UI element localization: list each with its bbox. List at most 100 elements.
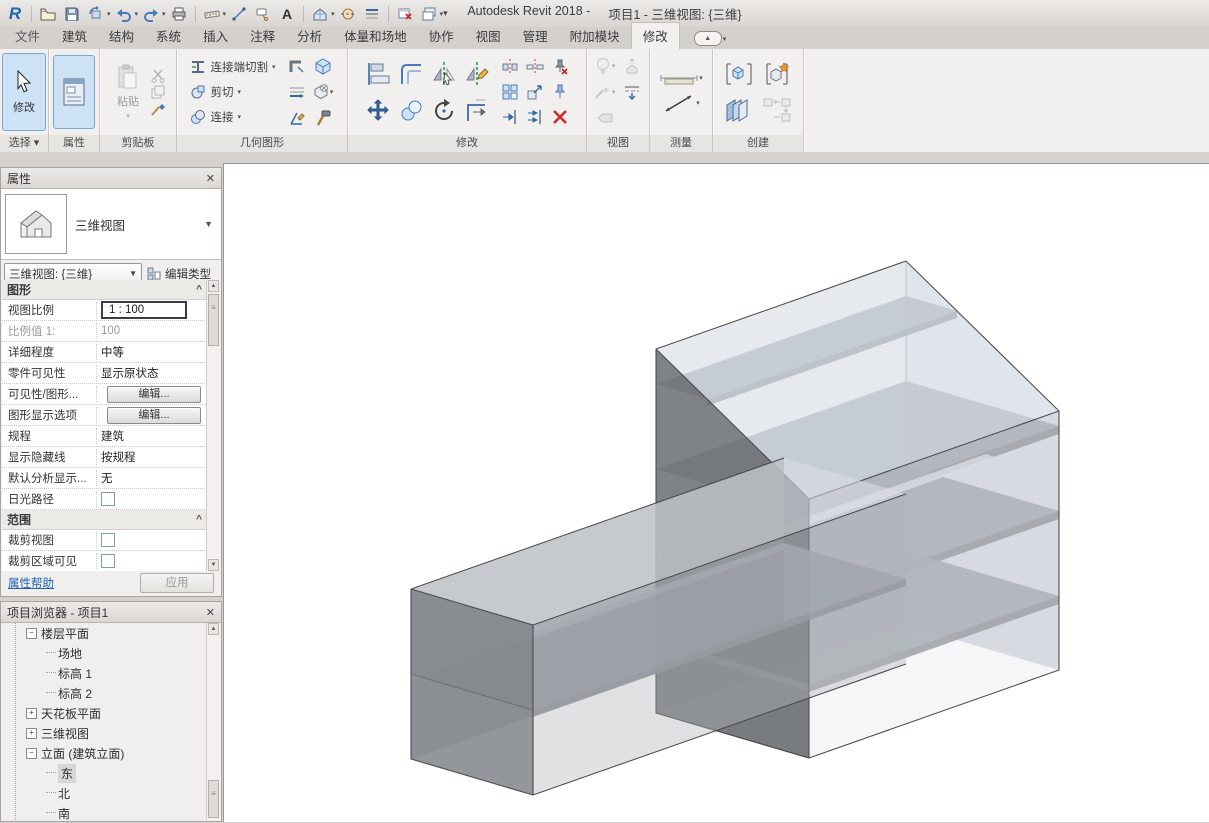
thin-lines-icon[interactable] xyxy=(361,3,383,24)
tree-item-ceiling-plans[interactable]: + 天花板平面 xyxy=(2,703,207,723)
drawing-area[interactable] xyxy=(223,163,1209,822)
type-selector-card[interactable]: 三维视图 ▼ xyxy=(1,189,221,260)
prop-row-graphic-display-options[interactable]: 图形显示选项 编辑... xyxy=(2,405,207,426)
prop-row-show-hidden-lines[interactable]: 显示隐藏线 按规程 xyxy=(2,447,207,468)
panel-modify-label[interactable]: 修改 xyxy=(348,135,586,152)
undo-caret-icon[interactable]: ▾ xyxy=(135,10,139,18)
crop-view-checkbox[interactable] xyxy=(101,533,115,547)
tree-collapse-icon[interactable]: − xyxy=(26,748,37,759)
split-with-gap-icon[interactable] xyxy=(526,58,544,76)
tree-item-site[interactable]: 场地 xyxy=(2,643,207,663)
project-browser-close-icon[interactable]: ✕ xyxy=(206,606,215,619)
reveal-hidden-elements-icon[interactable]: ▾ xyxy=(594,56,616,76)
beam-column-joins-icon[interactable] xyxy=(288,83,306,101)
scale-icon[interactable] xyxy=(526,83,544,101)
model-3d-view[interactable] xyxy=(224,164,1209,823)
sync-caret-icon[interactable]: ▾ xyxy=(107,10,111,18)
panel-clipboard-label[interactable]: 剪贴板 xyxy=(100,135,176,152)
cut-profile-cube-icon[interactable] xyxy=(314,57,332,75)
properties-scroll-thumb[interactable] xyxy=(208,294,219,346)
tree-expand-icon[interactable]: + xyxy=(26,708,37,719)
delete-icon[interactable] xyxy=(551,108,569,126)
create-similar-icon[interactable] xyxy=(762,60,792,88)
create-assembly-icon[interactable] xyxy=(762,97,792,123)
tree-item-3d-views[interactable]: + 三维视图 xyxy=(2,723,207,743)
tab-add-ins[interactable]: 附加模块 xyxy=(559,23,631,49)
text-icon[interactable]: A xyxy=(276,3,298,24)
redo-caret-icon[interactable]: ▾ xyxy=(162,10,166,18)
collapse-chevron-icon[interactable]: ^ xyxy=(196,284,202,295)
redo-icon[interactable] xyxy=(140,3,162,24)
project-browser-header[interactable]: 项目浏览器 - 项目1 ✕ xyxy=(1,602,221,623)
demolish-hammer-icon[interactable] xyxy=(314,109,332,127)
prop-row-discipline[interactable]: 规程 建筑 xyxy=(2,426,207,447)
prop-row-detail-level[interactable]: 详细程度 中等 xyxy=(2,342,207,363)
prop-row-default-analysis-display[interactable]: 默认分析显示... 无 xyxy=(2,468,207,489)
ribbon-collapse-caret-icon[interactable]: ▾ xyxy=(723,35,727,43)
switch-windows-icon[interactable] xyxy=(418,3,440,24)
type-selector-caret-icon[interactable]: ▼ xyxy=(204,219,213,229)
revit-logo[interactable]: R xyxy=(4,3,26,24)
paste-button[interactable]: 粘贴 ▾ xyxy=(109,56,147,128)
array-icon[interactable] xyxy=(501,83,519,101)
copy-icon[interactable] xyxy=(150,85,167,100)
mirror-pick-axis-icon[interactable] xyxy=(431,61,457,87)
tree-item-elevations[interactable]: − 立面 (建筑立面) xyxy=(2,743,207,763)
unjoin-geometry-icon[interactable]: ▾ xyxy=(312,83,334,101)
panel-create-label[interactable]: 创建 xyxy=(713,135,803,152)
undo-icon[interactable] xyxy=(113,3,135,24)
panel-view-label[interactable]: 视图 xyxy=(587,135,649,152)
tab-insert[interactable]: 插入 xyxy=(192,23,239,49)
panel-select-label[interactable]: 选择 ▾ xyxy=(0,135,48,152)
wall-joins-icon[interactable] xyxy=(288,57,306,75)
save-icon[interactable] xyxy=(61,3,83,24)
customize-qat-icon[interactable]: ▾ xyxy=(443,8,448,19)
crop-region-visible-checkbox[interactable] xyxy=(101,554,115,568)
create-group-icon[interactable] xyxy=(724,60,754,88)
browser-scroll-thumb[interactable] xyxy=(208,780,219,818)
tab-annotate[interactable]: 注释 xyxy=(239,23,286,49)
tree-collapse-icon[interactable]: − xyxy=(26,628,37,639)
prop-row-sun-path[interactable]: 日光路径 xyxy=(2,489,207,510)
prop-row-visibility-graphics[interactable]: 可见性/图形... 编辑... xyxy=(2,384,207,405)
section-extents[interactable]: 范围^ xyxy=(2,510,207,530)
offset-icon[interactable] xyxy=(398,61,424,87)
tab-file[interactable]: 文件 xyxy=(4,23,51,49)
align-icon[interactable] xyxy=(365,61,391,87)
tab-analyze[interactable]: 分析 xyxy=(286,23,333,49)
match-type-properties-icon[interactable] xyxy=(150,102,167,117)
cut-geometry-button[interactable]: 剪切▾ xyxy=(188,81,277,103)
override-graphics-icon[interactable]: ▾ xyxy=(594,83,616,101)
tab-collaborate[interactable]: 协作 xyxy=(418,23,465,49)
tab-massing-site[interactable]: 体量和场地 xyxy=(333,23,418,49)
default-3d-view-icon[interactable] xyxy=(309,3,331,24)
default-3d-view-caret-icon[interactable]: ▾ xyxy=(331,10,335,18)
create-parts-icon[interactable] xyxy=(723,97,755,123)
sync-icon[interactable] xyxy=(85,3,107,24)
tree-item-level-2[interactable]: 标高 2 xyxy=(2,683,207,703)
trim-extend-multiple-icon[interactable] xyxy=(526,108,544,126)
move-icon[interactable] xyxy=(365,98,391,124)
properties-toggle-button[interactable] xyxy=(53,55,95,129)
project-browser-scrollbar[interactable]: ▲ xyxy=(206,623,220,820)
tree-item-east[interactable]: 东 xyxy=(2,763,207,783)
panel-properties-label[interactable]: 属性 xyxy=(49,135,99,152)
hide-elements-icon[interactable] xyxy=(596,111,614,125)
measure-caret-icon[interactable]: ▾ xyxy=(223,10,227,18)
section-icon[interactable] xyxy=(337,3,359,24)
prop-row-crop-region-visible[interactable]: 裁剪区域可见 xyxy=(2,551,207,571)
tab-systems[interactable]: 系统 xyxy=(145,23,192,49)
cope-button[interactable]: 连接端切割▾ xyxy=(188,56,277,78)
aligned-dimension-tool-icon[interactable]: ▾ xyxy=(662,92,700,114)
tree-expand-icon[interactable]: + xyxy=(26,728,37,739)
section-graphics[interactable]: 图形^ xyxy=(2,280,207,300)
panel-geometry-label[interactable]: 几何图形 xyxy=(177,135,347,152)
thin-lines-toggle-icon[interactable] xyxy=(623,83,641,101)
join-geometry-button[interactable]: 连接▾ xyxy=(188,106,277,128)
visibility-edit-button[interactable]: 编辑... xyxy=(107,386,201,403)
tree-item-south[interactable]: 南 xyxy=(2,803,207,820)
measure-icon[interactable] xyxy=(201,3,223,24)
aligned-dimension-icon[interactable] xyxy=(228,3,250,24)
measure-tool-icon[interactable]: ▾ xyxy=(659,70,703,86)
cut-icon[interactable] xyxy=(150,68,167,83)
